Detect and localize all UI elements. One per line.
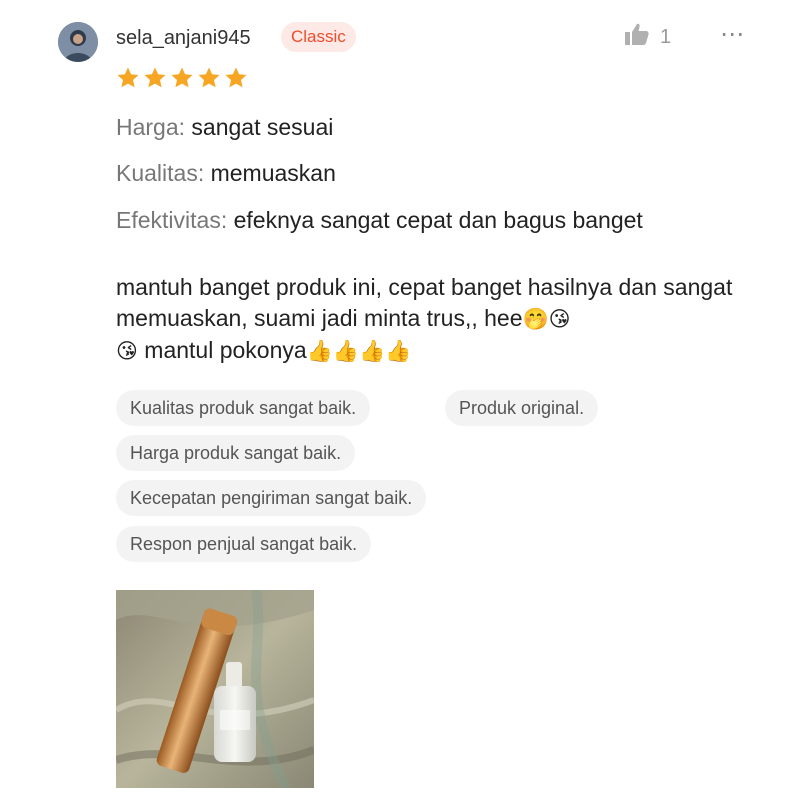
like-count: 1 (660, 26, 672, 48)
attribute-value: memuaskan (204, 160, 336, 186)
thumbs-up-icon (624, 22, 650, 52)
comment-text: mantul pokonya (137, 337, 307, 363)
comment-emoji: 😘 (116, 339, 138, 363)
review-tag: Kualitas produk sangat baik. (116, 390, 371, 426)
attribute-key: Kualitas: (116, 160, 205, 186)
more-dots-icon[interactable]: ⋯ (720, 22, 745, 48)
review-card: sela_anjani945 Classic 1 ⋯ Harga: sangat… (0, 0, 800, 800)
star-icon (143, 66, 167, 90)
avatar[interactable] (58, 22, 98, 62)
star-icon (170, 66, 194, 90)
review-tag: Respon penjual sangat baik. (116, 526, 372, 562)
review-tag: Harga produk sangat baik. (116, 435, 356, 471)
attribute-value: efeknya sangat cepat dan bagus banget (227, 207, 643, 233)
review-tag: Produk original. (445, 390, 599, 426)
star-icon (224, 66, 248, 90)
member-badge: Classic (281, 22, 356, 52)
attribute-key: Harga: (116, 114, 186, 140)
comment-text: mantuh banget produk ini, cepat banget h… (116, 274, 733, 331)
attribute-quality: Kualitas: memuaskan (116, 158, 336, 188)
like-button[interactable]: 1 (624, 22, 671, 52)
attribute-price: Harga: sangat sesuai (116, 112, 333, 142)
comment-emoji: 🤭😘 (522, 307, 571, 331)
star-rating (116, 66, 248, 90)
attribute-key: Efektivitas: (116, 207, 228, 233)
attribute-value: sangat sesuai (185, 114, 334, 140)
comment-emoji: 👍👍👍👍 (306, 339, 412, 363)
username[interactable]: sela_anjani945 (116, 25, 251, 51)
review-comment: mantuh banget produk ini, cepat banget h… (116, 272, 756, 367)
attribute-effectiveness: Efektivitas: efeknya sangat cepat dan ba… (116, 205, 643, 235)
review-photo[interactable] (116, 590, 314, 788)
review-tag: Kecepatan pengiriman sangat baik. (116, 480, 427, 516)
star-icon (197, 66, 221, 90)
star-icon (116, 66, 140, 90)
